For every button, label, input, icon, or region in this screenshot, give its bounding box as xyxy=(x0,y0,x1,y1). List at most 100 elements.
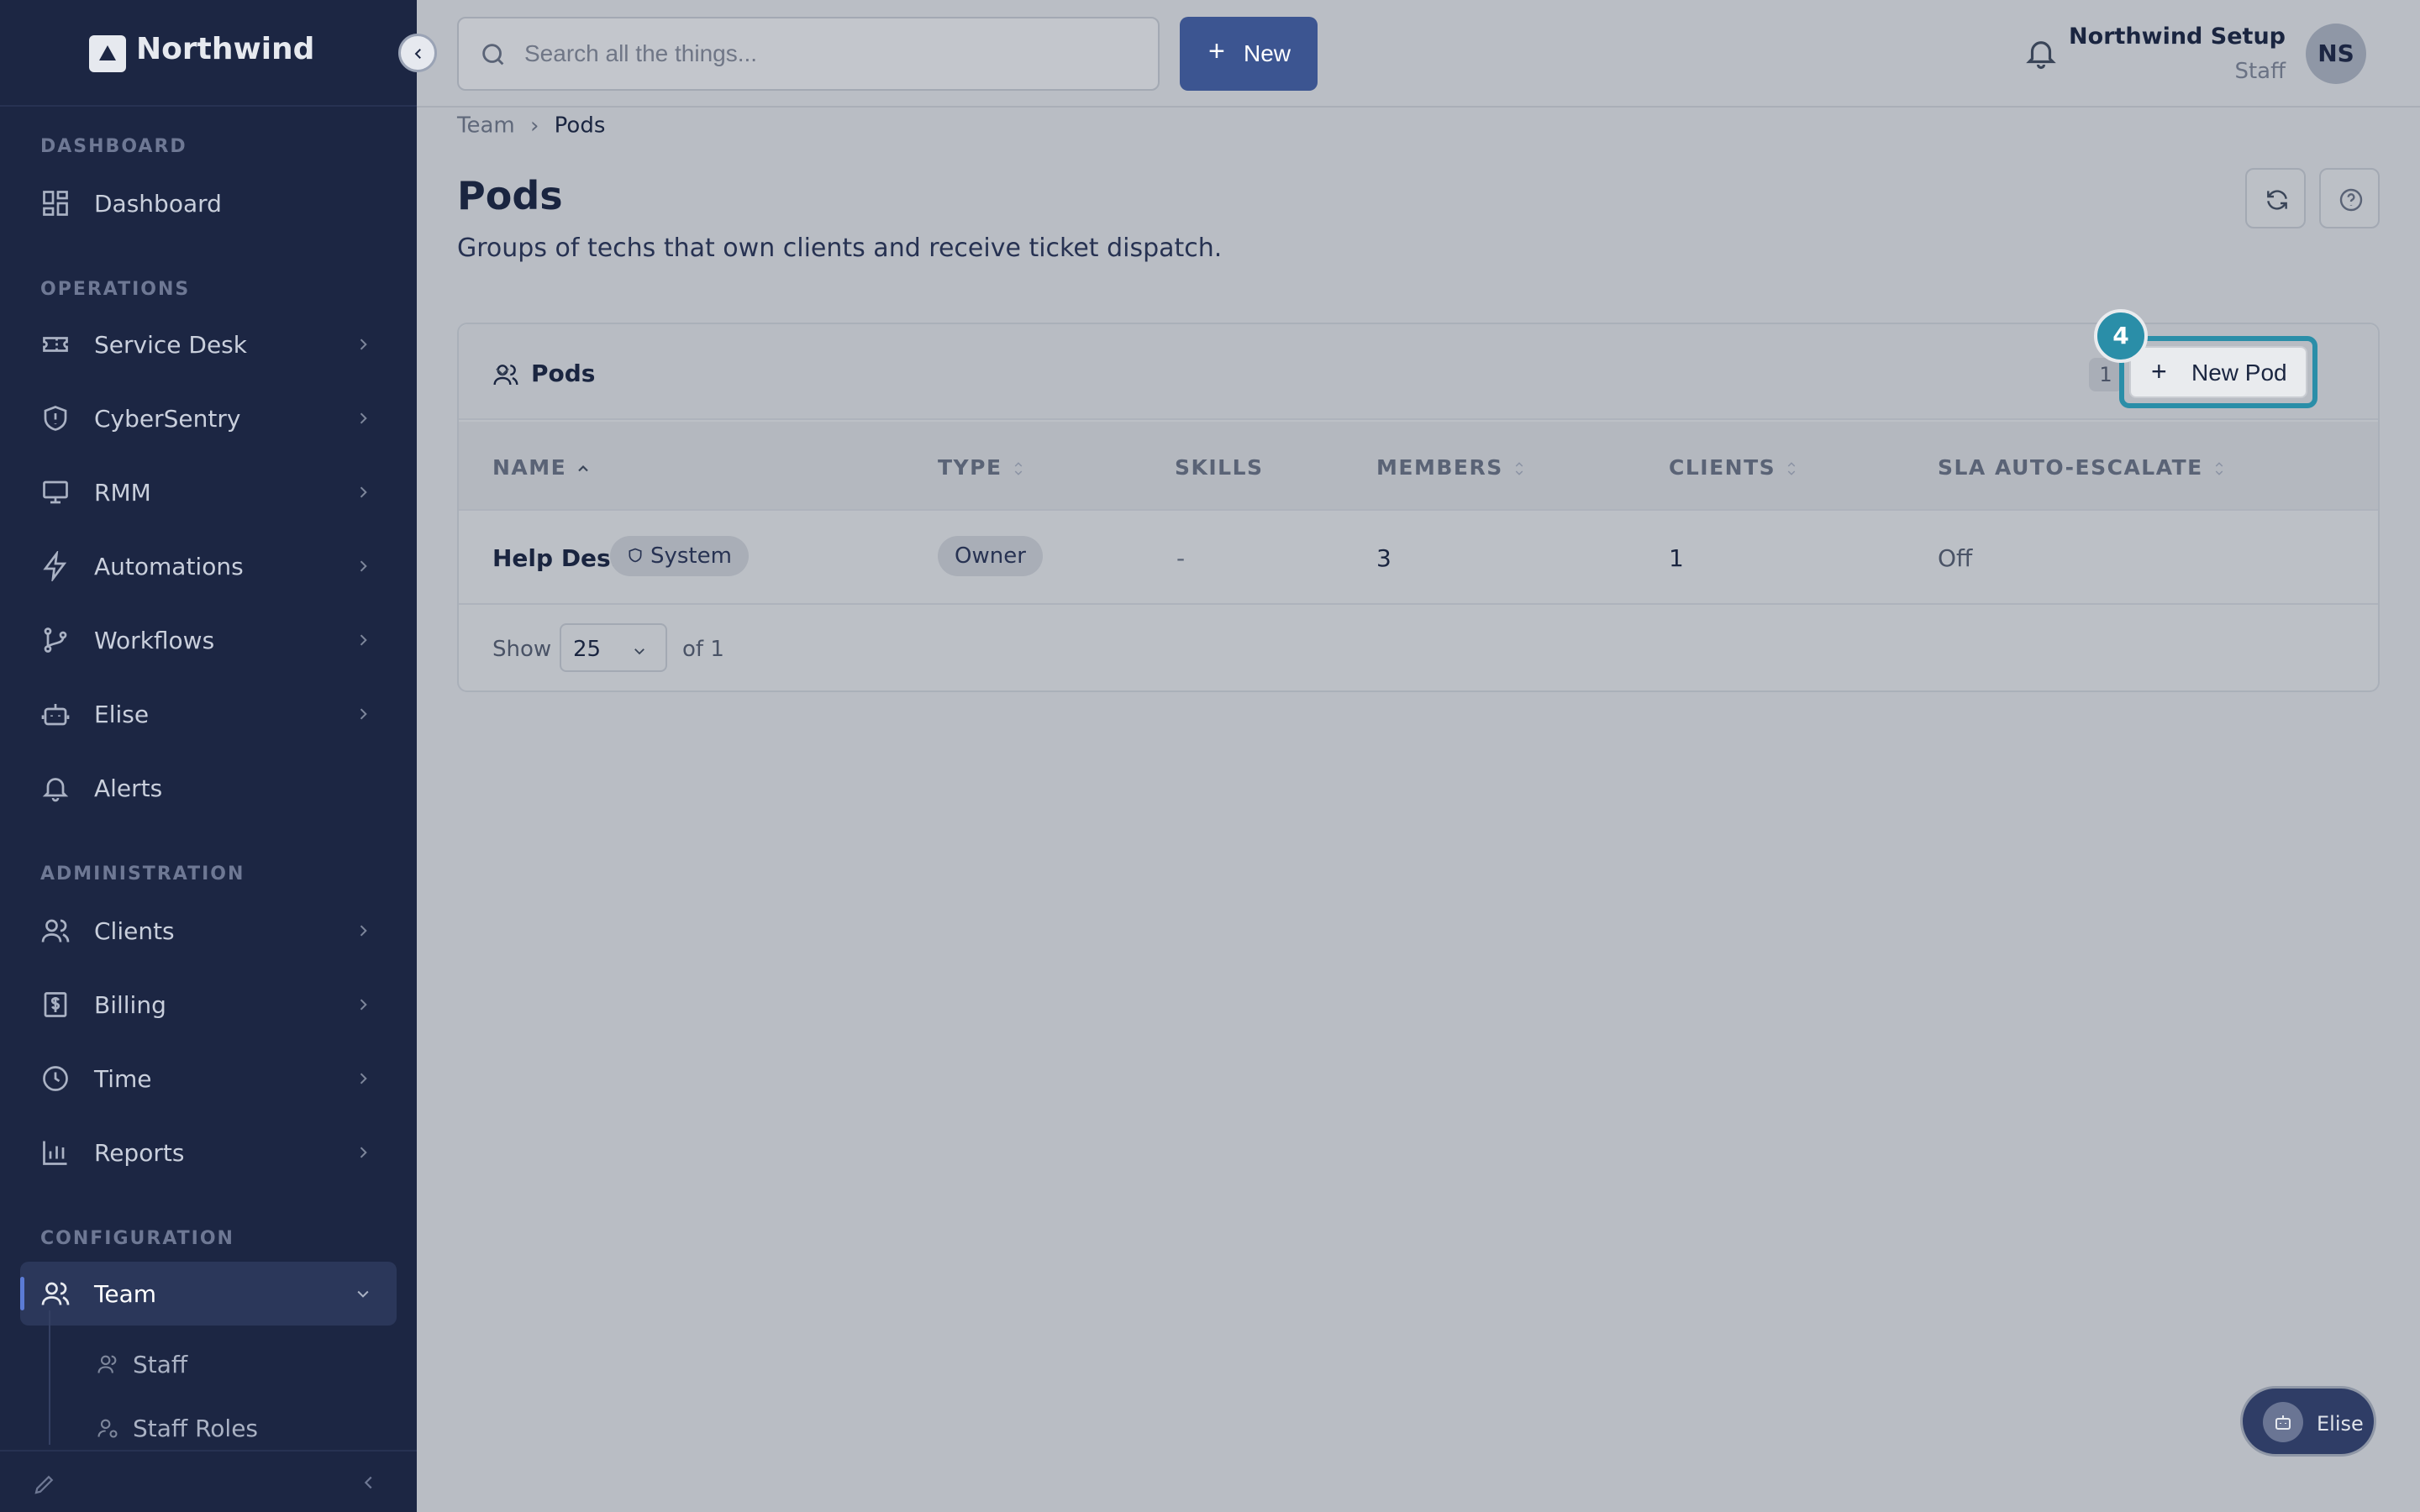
pager-total-label: of 1 xyxy=(682,637,724,662)
pod-name[interactable]: Help Desk xyxy=(492,544,626,572)
avatar[interactable]: NS xyxy=(2306,24,2366,84)
sidebar-item-label: Automations xyxy=(94,553,244,580)
topbar: + New Northwind Setup Staff NS xyxy=(417,0,2420,108)
chevron-right-icon xyxy=(360,708,367,720)
sidebar-item-elise[interactable]: Elise xyxy=(20,682,397,746)
breadcrumb-current: Pods xyxy=(554,113,606,139)
page-size-value: 25 xyxy=(573,637,602,662)
sidebar-item-label: Team xyxy=(94,1280,157,1308)
table-row[interactable]: Help Desk System Owner - 3 1 Off xyxy=(459,511,2378,605)
git-branch-icon xyxy=(44,627,67,653)
sidebar-item-alerts[interactable]: Alerts xyxy=(20,756,397,820)
chevron-down-icon[interactable] xyxy=(492,361,513,381)
sidebar-item-label: Elise xyxy=(94,701,150,728)
chevron-right-icon xyxy=(360,486,367,498)
sidebar-subitem-staff[interactable]: Staff xyxy=(92,1339,378,1389)
chevron-left-icon xyxy=(414,49,421,59)
collapse-chevron-left-icon[interactable] xyxy=(360,1473,378,1492)
column-header-clients[interactable]: CLIENTS xyxy=(1669,455,1799,480)
new-button[interactable]: + New xyxy=(1180,17,1318,91)
brand-name: Northwind xyxy=(136,32,315,66)
sidebar-item-label: CyberSentry xyxy=(94,405,241,433)
help-circle-icon xyxy=(2339,188,2363,212)
tutorial-step-badge: 4 xyxy=(2094,309,2148,363)
page-size-select[interactable]: 25 xyxy=(560,623,667,672)
sidebar-item-team[interactable]: Team xyxy=(20,1262,397,1326)
brand-logo-icon xyxy=(89,35,126,72)
notifications-bell-icon[interactable] xyxy=(2023,35,2059,71)
receipt-dollar-icon xyxy=(44,992,67,1017)
pencil-icon[interactable] xyxy=(32,1472,57,1497)
chevron-down-icon xyxy=(357,1290,369,1298)
chevron-right-icon xyxy=(360,634,367,646)
sidebar-item-dashboard[interactable]: Dashboard xyxy=(20,171,397,235)
sort-ascending-icon xyxy=(578,465,589,472)
bell-icon xyxy=(42,778,69,802)
sidebar-item-label: Service Desk xyxy=(94,331,247,359)
pagination: Show 25 of 1 xyxy=(492,623,997,674)
chevron-right-icon xyxy=(360,1147,367,1158)
plus-icon: + xyxy=(2151,356,2167,386)
chevron-right-icon xyxy=(360,1073,367,1084)
monitor-icon xyxy=(43,480,68,504)
global-search[interactable] xyxy=(457,17,1160,91)
ticket-icon xyxy=(43,337,68,352)
sidebar-item-time[interactable]: Time xyxy=(20,1047,397,1110)
plus-icon: + xyxy=(1208,35,1225,67)
users-icon xyxy=(41,919,70,942)
page-title: Pods xyxy=(457,173,563,218)
sidebar-item-clients[interactable]: Clients xyxy=(20,899,397,963)
sidebar-item-service-desk[interactable]: Service Desk xyxy=(20,312,397,376)
sidebar-item-label: Workflows xyxy=(94,627,215,654)
chevron-down-icon xyxy=(634,648,644,655)
sidebar-item-rmm[interactable]: RMM xyxy=(20,460,397,524)
search-input[interactable] xyxy=(524,35,1138,72)
pod-skills: - xyxy=(1176,544,1186,572)
chevron-right-icon xyxy=(360,339,367,350)
column-header-sla-auto-escalate[interactable]: SLA AUTO-ESCALATE xyxy=(1938,455,2227,480)
help-button[interactable] xyxy=(2319,168,2380,228)
sidebar-item-label: Clients xyxy=(94,917,175,945)
breadcrumb-parent-link[interactable]: Team xyxy=(457,113,515,139)
user-icon xyxy=(97,1355,117,1373)
pod-sla: Off xyxy=(1938,544,1973,572)
pods-card: Pods 1 + New Pod 4 NAME TYPE SKILLS MEMB… xyxy=(457,309,2380,692)
search-icon xyxy=(482,44,504,66)
pods-card-title: Pods xyxy=(531,360,596,387)
lightning-icon xyxy=(43,551,67,581)
column-header-members[interactable]: MEMBERS xyxy=(1376,455,1527,480)
dashboard-grid-icon xyxy=(43,191,68,216)
sidebar-item-billing[interactable]: Billing xyxy=(20,973,397,1037)
user-role: Staff xyxy=(2234,59,2286,84)
column-header-skills: SKILLS xyxy=(1175,455,1264,480)
sort-icon xyxy=(2215,462,2223,475)
refresh-button[interactable] xyxy=(2245,168,2306,228)
table-header-row: NAME TYPE SKILLS MEMBERS CLIENTS SLA AUT… xyxy=(459,422,2378,511)
sort-icon xyxy=(1515,462,1523,475)
sidebar-item-reports[interactable]: Reports xyxy=(20,1121,397,1184)
robot-icon xyxy=(2263,1402,2303,1442)
refresh-icon xyxy=(2267,190,2287,210)
sidebar-item-workflows[interactable]: Workflows xyxy=(20,608,397,672)
type-badge: Owner xyxy=(938,536,1043,576)
system-badge: System xyxy=(610,536,749,576)
sidebar-subitem-staff-roles[interactable]: Staff Roles xyxy=(92,1403,378,1453)
elise-assistant-button[interactable]: Elise xyxy=(2240,1386,2376,1457)
sidebar-item-label: RMM xyxy=(94,479,151,507)
sidebar-item-cybersentry[interactable]: CyberSentry xyxy=(20,386,397,450)
column-header-type[interactable]: TYPE xyxy=(938,455,1026,480)
brand-header: Northwind xyxy=(0,0,417,107)
chevron-right-icon xyxy=(360,560,367,572)
sidebar-footer xyxy=(0,1450,417,1512)
sidebar-collapse-button[interactable] xyxy=(398,34,437,72)
sidebar-item-label: Alerts xyxy=(94,774,163,802)
new-pod-button[interactable]: + New Pod xyxy=(2129,346,2307,398)
users-icon xyxy=(41,1282,70,1305)
column-header-name[interactable]: NAME xyxy=(492,455,592,480)
sidebar-item-automations[interactable]: Automations xyxy=(20,534,397,598)
robot-icon xyxy=(41,704,70,726)
sidebar-item-label: Reports xyxy=(94,1139,185,1167)
section-label-operations: OPERATIONS xyxy=(40,279,191,300)
sidebar-item-label: Dashboard xyxy=(94,190,222,218)
section-label-dashboard: DASHBOARD xyxy=(40,136,187,157)
